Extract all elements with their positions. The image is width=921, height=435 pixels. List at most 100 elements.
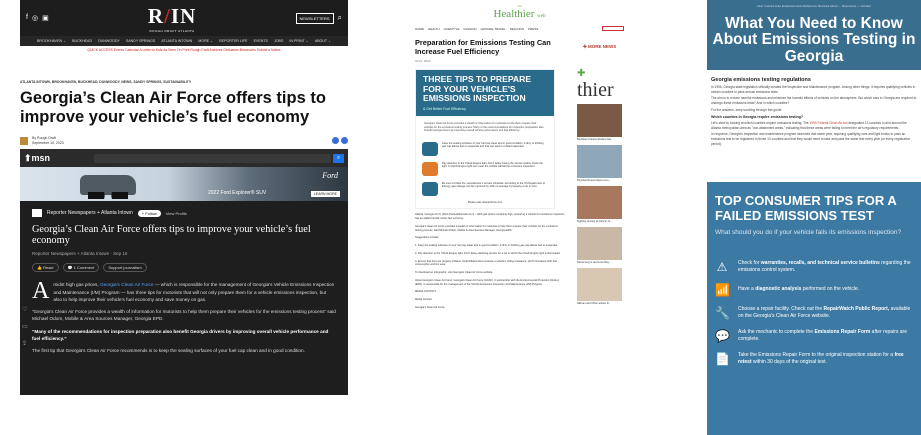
instagram-icon[interactable]: ◎ [32, 14, 38, 22]
article-paragraph: About Georgia's Clean Air Force: Georgia… [415, 278, 560, 286]
comment-button[interactable]: 💬 1 Comment [62, 263, 100, 273]
news-thumbnail[interactable] [577, 145, 622, 178]
infographic-subtitle: & Get Better Fuel Efficiency [416, 106, 554, 116]
nav-item[interactable]: EVENTS [254, 39, 268, 43]
msn-search-input[interactable] [94, 153, 331, 163]
lead-paragraph: A midst high gas prices, Georgia's Clean… [32, 278, 335, 305]
nav-item[interactable]: RELIGION [510, 27, 524, 31]
chat-icon: 💬 [715, 328, 730, 343]
guide-title: What You Need to Know About Emissions Te… [712, 15, 916, 65]
drop-cap: A [32, 278, 50, 305]
document-icon: 📄 [715, 351, 730, 366]
clean-air-force-link[interactable]: Georgia's Clean Air Force [100, 282, 154, 287]
share-buttons [332, 137, 348, 145]
nav-item[interactable]: HEALTH [428, 27, 440, 31]
article-paragraph: Georgia's Clean Air Force [415, 305, 445, 309]
nav-item[interactable]: FASHION [463, 27, 476, 31]
linkedin-icon[interactable]: ▣ [42, 14, 49, 22]
wrench-icon: 🔧 [715, 305, 730, 320]
news-thumbnail[interactable] [577, 268, 622, 301]
news-caption[interactable]: Daniel Levy's and Loss Ray... [577, 261, 624, 264]
msn-side-actions: ♡ ▭ ⇪ [22, 306, 28, 347]
ford-logo: Ford [322, 171, 338, 181]
section-heading: Georgia emissions testing regulations [711, 77, 811, 83]
article-tags[interactable]: ATLANTA INTOWN, BROOKHAVEN, BUCKHEAD, DU… [20, 80, 348, 84]
nav-item[interactable]: IN PRINT ⌄ [289, 39, 308, 43]
news-caption[interactable]: Beckham Fitness Routine Ma... [577, 138, 624, 141]
nav-item[interactable]: SANDY SPRINGS [126, 39, 156, 43]
news-thumbnail[interactable] [577, 186, 622, 219]
view-profile-link[interactable]: View Profile [166, 211, 187, 216]
nav-item[interactable]: MORE ⌄ [198, 39, 213, 43]
facebook-icon[interactable]: f [26, 14, 28, 22]
follow-button[interactable]: + Follow [137, 209, 161, 217]
comment-icon[interactable]: ▭ [22, 323, 28, 330]
paragraph: The aim is to reduce harmful emissions a… [711, 96, 917, 105]
article-paragraph: Georgia's Clean Air Force provides a wea… [415, 224, 558, 232]
nav-item[interactable]: LEISURE TRAVEL [481, 27, 506, 31]
search-input[interactable] [602, 26, 624, 31]
newsletters-button[interactable]: NEWSLETTERS [295, 12, 334, 24]
tips-list: ⚠ Check for warranties, recalls, and tec… [715, 260, 913, 366]
consumer-tips-infographic: TOP CONSUMER TIPS FOR A FAILED EMISSIONS… [707, 182, 921, 435]
sidebar-banner[interactable]: ✚ thier [577, 60, 624, 101]
infographic-headline: THREE TIPS TO PREPARE FOR YOUR VEHICLE'S… [416, 70, 554, 107]
article-paragraph: Atlanta, Georgia Oct 6, 2023 (thehealthi… [415, 213, 565, 221]
article-headline: Georgia’s Clean Air Force offers tips to… [20, 89, 326, 127]
share-icon[interactable] [341, 137, 348, 145]
site-logo[interactable]: R/IN ROUGH DRAFT ATLANTA [49, 4, 296, 33]
search-icon[interactable]: ⌕ [333, 153, 344, 163]
source-row: Reporter Newspapers + Atlanta Intown + F… [32, 209, 336, 218]
nav-item[interactable]: BROOKHAVEN ⌄ [37, 39, 66, 43]
news-thumbnail[interactable] [577, 104, 622, 137]
infographic-link[interactable]: Please visit cleanairforce.com [416, 199, 554, 209]
news-thumbnail[interactable] [577, 227, 622, 260]
tip-item: 📶 Have a diagnostic analysis performed o… [715, 282, 860, 297]
rough-draft-article-panel: f ◎ ▣ R/IN ROUGH DRAFT ATLANTA NEWSLETTE… [20, 0, 348, 435]
guide-nav[interactable]: How it works Auto Emissions Auto Referen… [707, 0, 921, 8]
msn-logo[interactable]: ⬆msn [24, 153, 94, 164]
nav-item[interactable]: REPORTER LIFE [219, 39, 248, 43]
subsection-heading: Which counties in Georgia require emissi… [711, 115, 804, 120]
nav-item[interactable]: ATLANTA INTOWN [161, 39, 192, 43]
gas-cap-icon [422, 141, 438, 156]
news-caption[interactable]: Physical fitness helps remo... [577, 179, 624, 182]
tip-item: 📄 Take the Emissions Repair Form to the … [715, 351, 904, 366]
support-journalism-button[interactable]: Support journalism [103, 263, 147, 273]
nav-item[interactable]: LIFESTYLE [444, 27, 460, 31]
tip-item: 🔧 Choose a repair facility. Check out th… [715, 305, 911, 320]
tip-item: 💬 Ask the mechanic to complete the Emiss… [715, 328, 907, 343]
source-name[interactable]: Reporter Newspapers + Atlanta Intown [47, 210, 133, 216]
share-icon[interactable]: ⇪ [22, 340, 28, 347]
react-button[interactable]: 👍 React [32, 263, 59, 273]
msn-article-meta: Reporter Newspapers + Atlanta Intown · S… [32, 251, 128, 257]
diagnostic-icon: 📶 [715, 282, 730, 297]
tips-title: TOP CONSUMER TIPS FOR A FAILED EMISSIONS… [715, 193, 897, 223]
ford-ad-banner[interactable]: Ford 2022 Ford Explorer® SUV LEARN MORE [20, 167, 348, 202]
article-title: Preparation for Emissions Testing Can In… [415, 38, 551, 56]
nav-item[interactable]: BUCKHEAD [72, 39, 92, 43]
nav-item[interactable]: ABOUT ⌄ [315, 39, 331, 43]
nav-item[interactable]: PRESS [528, 27, 538, 31]
byline: By Rough Draft September 10, 2023 [20, 136, 348, 145]
author-avatar [20, 136, 28, 145]
tips-subtitle: What should you do if your vehicle fails… [715, 229, 902, 237]
infographic-intro: Georgia's Clean Air Force provides a wea… [424, 121, 544, 133]
paragraph: In response, Georgia's inspection and ma… [711, 132, 911, 146]
infographic: THREE TIPS TO PREPARE FOR YOUR VEHICLE'S… [415, 69, 555, 210]
more-news-heading[interactable]: ✚ MORE NEWS [583, 44, 616, 50]
clean-air-act-link[interactable]: 1990 Federal Clean Air Act [810, 121, 848, 125]
news-caption[interactable]: Hillman and Other advice th... [577, 302, 624, 305]
like-icon[interactable]: ♡ [22, 306, 28, 313]
healthier-web-logo[interactable]: The Healthier web [413, 0, 626, 20]
quick-access-bar[interactable]: QUICK ACCESS Events Calendar A Letter to… [20, 46, 348, 54]
nav-item[interactable]: HOME [415, 27, 424, 31]
tip-item: ⚠ Check for warranties, recalls, and tec… [716, 259, 911, 274]
nav-item[interactable]: JOBS [274, 39, 283, 43]
article-paragraph: MEDIA CONTACT [415, 290, 437, 294]
search-icon[interactable]: ⌕ [338, 13, 342, 23]
learn-more-button[interactable]: LEARN MORE [310, 191, 340, 198]
nav-item[interactable]: DUNWOODY [98, 39, 120, 43]
share-icon[interactable] [332, 137, 339, 145]
news-caption[interactable]: Fighting anxiety at Cancer re... [577, 220, 624, 223]
